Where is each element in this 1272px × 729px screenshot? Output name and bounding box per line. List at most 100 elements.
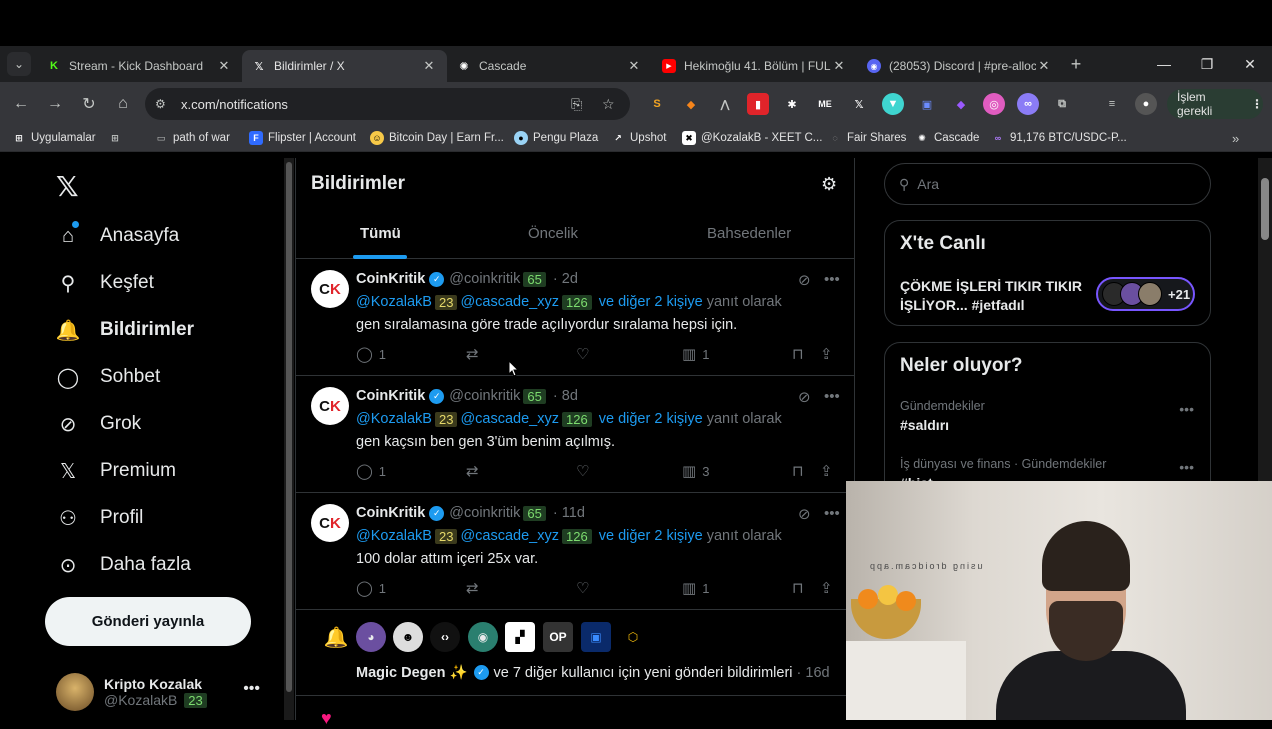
bookmark-upshot[interactable]: ↗ Upshot — [611, 131, 666, 145]
new-tab-button[interactable]: + — [1062, 50, 1090, 78]
repost-button[interactable]: ⇄ — [466, 462, 485, 480]
bookmark-btc[interactable]: ∞ 91,176 BTC/USDC-P... — [991, 131, 1127, 145]
notification-item[interactable]: CK CoinKritik ✓ @coinkritik 65 · 2d ⊘ ••… — [296, 259, 854, 376]
extensions-puzzle-icon[interactable]: ⧉ — [1051, 93, 1073, 115]
bookmark-star-icon[interactable]: ☆ — [602, 96, 615, 113]
trend-name[interactable]: #saldırı — [900, 417, 949, 433]
close-icon[interactable]: ✕ — [421, 58, 437, 74]
grok-icon[interactable]: ⊘ — [798, 271, 811, 289]
bookmarks-overflow-icon[interactable]: » — [1232, 131, 1239, 146]
more-options-icon[interactable]: ••• — [824, 271, 840, 288]
close-icon[interactable]: ✕ — [1036, 58, 1052, 74]
live-card[interactable]: X'te Canlı ÇÖKME İŞLERİ TIKIR TIKIR İŞLİ… — [884, 220, 1211, 326]
repost-button[interactable]: ⇄ — [466, 345, 485, 363]
bookmark-flipster[interactable]: F Flipster | Account — [249, 131, 356, 145]
avatar[interactable]: ☻ — [393, 622, 423, 652]
bookmark-pengu[interactable]: ● Pengu Plaza — [514, 131, 598, 145]
timestamp[interactable]: 2d — [562, 271, 578, 287]
like-button[interactable]: ♡ — [576, 345, 595, 363]
bookmark-fair-shares[interactable]: ◌ Fair Shares — [828, 131, 906, 145]
others-link[interactable]: ve diğer 2 kişiye — [599, 411, 703, 427]
tab-all[interactable]: Tümü — [360, 225, 401, 242]
bookmark-xeet[interactable]: ✖ @KozalakB - XEET C... — [682, 131, 822, 145]
timestamp[interactable]: 8d — [562, 388, 578, 404]
grok-icon[interactable]: ⊘ — [798, 388, 811, 406]
close-window-button[interactable]: ✕ — [1229, 46, 1271, 82]
others-link[interactable]: ve diğer 2 kişiye — [599, 528, 703, 544]
repost-button[interactable]: ⇄ — [466, 579, 485, 597]
install-app-icon[interactable]: ⎘ — [571, 96, 582, 113]
pending-action-button[interactable]: İşlem gerekli ⋮ — [1167, 89, 1263, 119]
share-button[interactable]: ⇪ — [820, 579, 839, 597]
browser-tab-discord[interactable]: ◉ (28053) Discord | #pre-alloc ✕ — [857, 50, 1062, 82]
scrollbar-thumb[interactable] — [286, 162, 292, 692]
author-name[interactable]: CoinKritik — [356, 271, 425, 287]
sidebar-item-grok[interactable]: ⊘ Grok — [56, 412, 142, 436]
close-icon[interactable]: ✕ — [831, 58, 847, 74]
x-logo-icon[interactable]: 𝕏 — [56, 170, 79, 203]
reply-button[interactable]: ◯ 1 — [356, 579, 386, 597]
more-options-icon[interactable]: ••• — [1179, 459, 1194, 475]
address-bar[interactable]: ⚙ x.com/notifications ⎘ ☆ — [145, 88, 630, 120]
avatar[interactable]: ▣ — [581, 622, 611, 652]
scrollbar-thumb[interactable] — [1261, 178, 1269, 240]
sidebar-item-premium[interactable]: 𝕏 Premium — [56, 459, 176, 483]
others-link[interactable]: ve diğer 2 kişiye — [599, 294, 703, 310]
x-extension-icon[interactable]: 𝕏 — [848, 93, 870, 115]
avatar[interactable]: ◉ — [468, 622, 498, 652]
more-options-icon[interactable]: ••• — [824, 388, 840, 405]
browser-tab-x[interactable]: 𝕏 Bildirimler / X ✕ — [242, 50, 447, 82]
author-name[interactable]: Magic Degen — [356, 665, 445, 681]
extension-icon-1[interactable]: S — [646, 93, 668, 115]
more-options-icon[interactable]: ••• — [1179, 401, 1194, 417]
bookmark-button[interactable]: ⊓ — [792, 462, 810, 480]
author-handle[interactable]: @coinkritik — [449, 505, 520, 521]
author-handle[interactable]: @coinkritik — [449, 388, 520, 404]
live-listeners[interactable]: +21 — [1096, 277, 1195, 311]
avatar[interactable]: ⬡ — [618, 622, 648, 652]
tab-priority[interactable]: Öncelik — [528, 225, 578, 242]
views-button[interactable]: ▥ 3 — [682, 462, 709, 480]
avatar[interactable]: CK — [311, 270, 349, 308]
sidebar-item-chat[interactable]: ◯ Sohbet — [56, 365, 160, 389]
back-button[interactable]: ← — [4, 88, 38, 120]
avatar[interactable]: ‹› — [430, 622, 460, 652]
mention-link[interactable]: @KozalakB — [356, 411, 432, 427]
browser-tab-kick[interactable]: K Stream - Kick Dashboard ✕ — [37, 50, 242, 82]
extension-icon-9[interactable]: ▣ — [916, 93, 938, 115]
close-icon[interactable]: ✕ — [216, 58, 232, 74]
sidebar-scrollbar[interactable] — [284, 158, 294, 720]
like-button[interactable]: ♡ — [576, 462, 595, 480]
bookmark-button[interactable]: ⊓ — [792, 345, 810, 363]
author-handle[interactable]: @coinkritik — [449, 271, 520, 287]
bookmark-grid[interactable]: ⊞ — [108, 131, 127, 145]
timestamp[interactable]: 11d — [562, 505, 585, 521]
avatar[interactable]: OP — [543, 622, 573, 652]
notification-item[interactable]: CK CoinKritik ✓ @coinkritik 65 · 8d ⊘ ••… — [296, 376, 854, 493]
extension-icon-10[interactable]: ◆ — [950, 93, 972, 115]
author-name[interactable]: CoinKritik — [356, 505, 425, 521]
extension-icon-5[interactable]: ✱ — [781, 93, 803, 115]
sidebar-item-notifications[interactable]: 🔔 Bildirimler — [56, 318, 194, 342]
home-button[interactable]: ⌂ — [106, 88, 140, 120]
reply-button[interactable]: ◯ 1 — [356, 462, 386, 480]
sidebar-item-explore[interactable]: ⚲ Keşfet — [56, 271, 154, 295]
media-control-icon[interactable]: ≡ — [1101, 93, 1123, 115]
extension-icon-6[interactable]: ME — [814, 93, 836, 115]
browser-tab-youtube[interactable]: ▶ Hekimoğlu 41. Bölüm | FULL ✕ — [652, 50, 857, 82]
reply-button[interactable]: ◯ 1 — [356, 345, 386, 363]
avatar[interactable]: CK — [311, 387, 349, 425]
more-options-icon[interactable]: ••• — [243, 680, 260, 698]
tab-mentions[interactable]: Bahsedenler — [707, 225, 791, 242]
account-switcher[interactable]: Kripto Kozalak @KozalakB 23 ••• — [56, 670, 276, 714]
bookmark-button[interactable]: ⊓ — [792, 579, 810, 597]
settings-gear-icon[interactable]: ⚙ — [821, 174, 837, 195]
grouped-notification[interactable]: 🔔 ◕ ☻ ‹› ◉ ▞ OP ▣ ⬡ Magic Degen ✨ ✓ ve 7… — [296, 610, 854, 696]
like-button[interactable]: ♡ — [576, 579, 595, 597]
sidebar-item-more[interactable]: ⊙ Daha fazla — [56, 553, 191, 577]
share-button[interactable]: ⇪ — [820, 462, 839, 480]
extension-icon-11[interactable]: ◎ — [983, 93, 1005, 115]
browser-tab-cascade[interactable]: ✺ Cascade ✕ — [447, 50, 652, 82]
more-options-icon[interactable]: ••• — [824, 505, 840, 522]
extension-icon-12[interactable]: ∞ — [1017, 93, 1039, 115]
